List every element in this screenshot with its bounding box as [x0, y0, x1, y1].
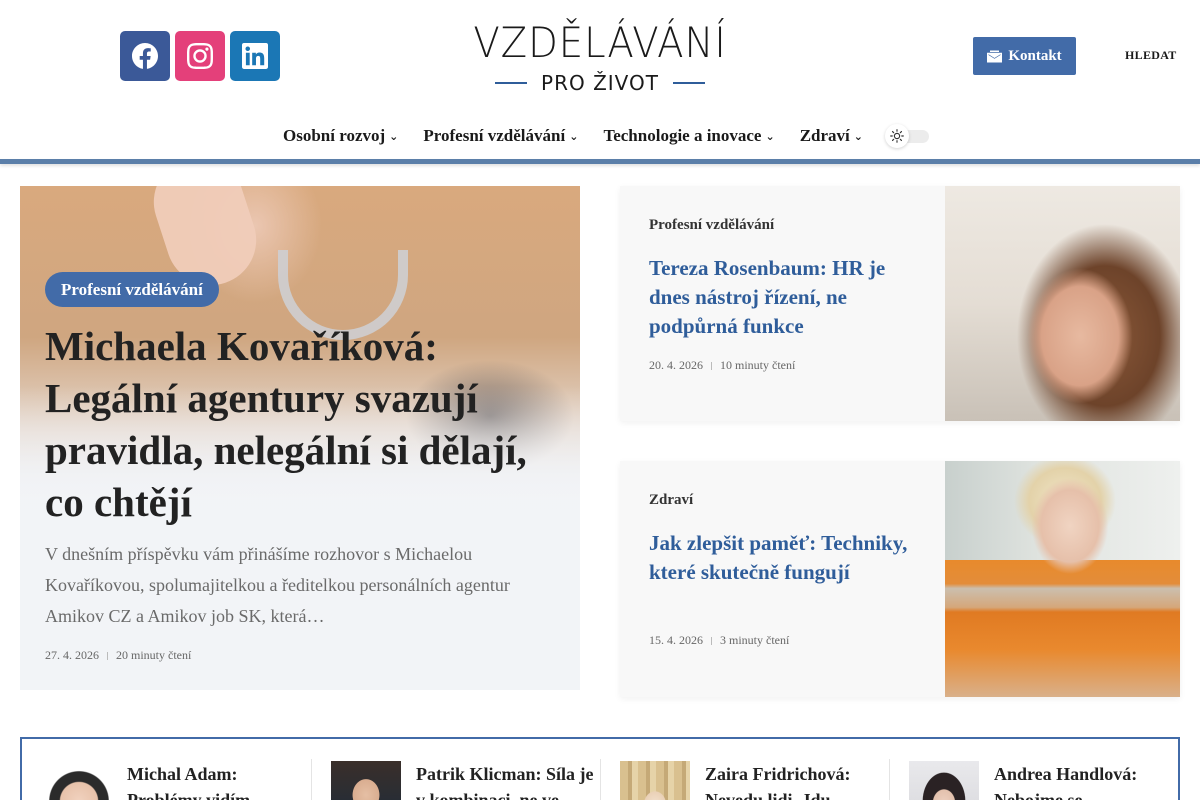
instagram-icon: [187, 43, 213, 69]
read-time: 10 minuty čtení: [720, 358, 796, 372]
nav-item-zdravi[interactable]: Zdraví ⌄: [800, 126, 863, 146]
chevron-down-icon: ⌄: [569, 129, 579, 143]
logo-subtitle: PRO ŽIVOT: [541, 71, 659, 95]
main-nav: Osobní rozvoj ⌄ Profesní vzdělávání ⌄ Tech…: [0, 118, 1200, 154]
toggle-knob: [885, 124, 910, 148]
linkedin-link[interactable]: [230, 31, 280, 81]
nav-item-technologie[interactable]: Technologie a inovace ⌄: [603, 126, 774, 146]
hero-meta: 27. 4. 2026 20 minuty čtení: [45, 648, 191, 663]
linkedin-icon: [242, 43, 268, 69]
logo-subtitle-row: PRO ŽIVOT: [450, 72, 750, 94]
ticker-title[interactable]: Zaira Fridrichová: Nevedu lidi. Jdu: [705, 761, 885, 800]
ticker-title[interactable]: Michal Adam: Problémy vidím: [127, 761, 307, 800]
ticker-thumbnail[interactable]: [620, 761, 690, 800]
side-article-title[interactable]: Tereza Rosenbaum: HR je dnes nástroj říz…: [649, 254, 919, 341]
chevron-down-icon: ⌄: [389, 129, 399, 143]
ticker-title[interactable]: Patrik Klicman: Síla je v kombinaci, ne …: [416, 761, 596, 800]
chevron-down-icon: ⌄: [765, 129, 775, 143]
nav-item-label: Technologie a inovace: [603, 126, 762, 145]
meta-separator: [711, 636, 712, 645]
side-article-meta: 20. 4. 2026 10 minuty čtení: [649, 358, 795, 373]
article-ticker: Michal Adam: Problémy vidím Patrik Klicm…: [20, 737, 1180, 800]
ticker-thumbnail[interactable]: [331, 761, 401, 800]
post-date: 20. 4. 2026: [649, 358, 703, 372]
ticker-item[interactable]: Patrik Klicman: Síla je v kombinaci, ne …: [312, 739, 601, 800]
side-article-category[interactable]: Zdraví: [649, 492, 693, 509]
meta-separator: [711, 361, 712, 370]
ticker-title[interactable]: Andrea Handlová: Nebojme se: [994, 761, 1174, 800]
nav-item-label: Osobní rozvoj: [283, 126, 386, 145]
header-divider: [0, 159, 1200, 164]
hero-excerpt: V dnešním příspěvku vám přinášíme rozhov…: [45, 544, 510, 626]
read-time: 20 minuty čtení: [116, 648, 192, 662]
facebook-icon: [132, 43, 158, 69]
side-article-category[interactable]: Profesní vzdělávání: [649, 217, 774, 234]
meta-separator: [107, 651, 108, 660]
envelope-icon: [987, 50, 1003, 62]
facebook-link[interactable]: [120, 31, 170, 81]
contact-button[interactable]: Kontakt: [973, 37, 1076, 75]
sun-icon: [890, 129, 905, 143]
ticker-thumbnail[interactable]: [44, 761, 114, 800]
side-article-image[interactable]: [945, 461, 1180, 697]
side-article[interactable]: Zdraví Jak zlepšit paměť: Techniky, kter…: [620, 461, 1180, 697]
site-logo[interactable]: VZDĚLÁVÁNÍ PRO ŽIVOT: [450, 16, 750, 98]
hero-title[interactable]: Michaela Kovaříková: Legální agentury sv…: [45, 320, 555, 528]
nav-item-profesni-vzdelavani[interactable]: Profesní vzdělávání ⌄: [423, 126, 578, 146]
dark-mode-toggle[interactable]: [885, 124, 930, 148]
hero-category-badge[interactable]: Profesní vzdělávání: [45, 272, 219, 307]
side-article[interactable]: Profesní vzdělávání Tereza Rosenbaum: HR…: [620, 186, 1180, 421]
hero-article[interactable]: Profesní vzdělávání Michaela Kovaříková:…: [20, 186, 580, 690]
nav-item-osobni-rozvoj[interactable]: Osobní rozvoj ⌄: [283, 126, 398, 146]
side-article-meta: 15. 4. 2026 3 minuty čtení: [649, 633, 789, 648]
read-time: 3 minuty čtení: [720, 633, 790, 647]
side-article-image[interactable]: [945, 186, 1180, 421]
chevron-down-icon: ⌄: [853, 129, 863, 143]
nav-item-label: Profesní vzdělávání: [423, 126, 566, 145]
contact-label: Kontakt: [1008, 47, 1062, 64]
side-article-title[interactable]: Jak zlepšit paměť: Techniky, které skute…: [649, 529, 919, 587]
logo-title: VZDĚLÁVÁNÍ: [473, 18, 727, 67]
ticker-thumbnail[interactable]: [909, 761, 979, 800]
logo-divider: [672, 82, 705, 84]
nav-item-label: Zdraví: [799, 126, 850, 145]
site-header: VZDĚLÁVÁNÍ PRO ŽIVOT Kontakt HLEDAT Osob…: [0, 0, 1200, 164]
ticker-item[interactable]: Andrea Handlová: Nebojme se: [890, 739, 1178, 800]
post-date: 27. 4. 2026: [45, 648, 99, 662]
logo-divider: [495, 82, 528, 84]
post-date: 15. 4. 2026: [649, 633, 703, 647]
ticker-item[interactable]: Zaira Fridrichová: Nevedu lidi. Jdu: [601, 739, 890, 800]
ticker-item[interactable]: Michal Adam: Problémy vidím: [22, 739, 312, 800]
instagram-link[interactable]: [175, 31, 225, 81]
search-link[interactable]: HLEDAT: [1125, 48, 1177, 63]
